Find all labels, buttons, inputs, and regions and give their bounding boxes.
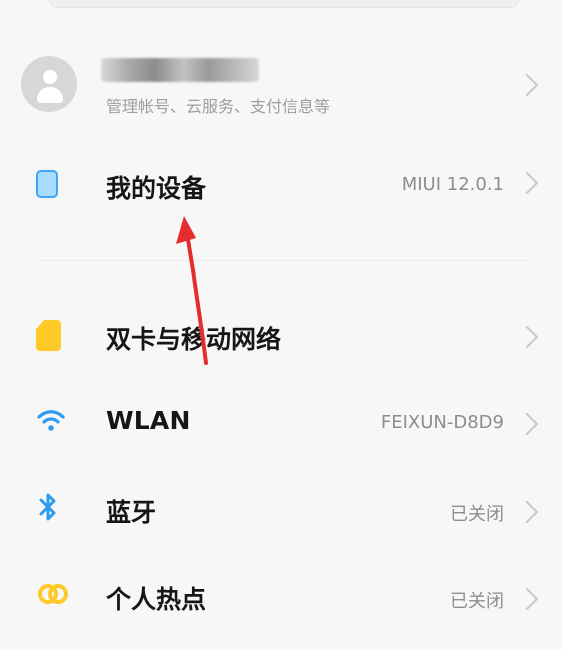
sim-network-title: 双卡与移动网络: [106, 325, 282, 354]
bluetooth-icon: [39, 493, 56, 521]
wlan-title: WLAN: [106, 406, 191, 435]
blurred-account-name: [101, 58, 259, 82]
chevron-right-icon: [515, 500, 539, 524]
my-device-title: 我的设备: [106, 174, 207, 203]
sim-network-row[interactable]: 双卡与移动网络: [0, 298, 562, 374]
chevron-right-icon: [515, 73, 539, 97]
avatar-head: [43, 70, 57, 84]
top-search-strip: [48, 0, 520, 8]
user-avatar-icon: [21, 56, 77, 112]
hotspot-title: 个人热点: [106, 585, 207, 614]
hotspot-value: 已关闭: [450, 591, 504, 612]
chevron-right-icon: [515, 171, 539, 195]
chevron-right-icon: [515, 325, 539, 349]
hotspot-icon: [38, 584, 68, 604]
sim-card-icon: [36, 320, 61, 351]
wlan-row[interactable]: WLAN FEIXUN-D8D9: [0, 385, 562, 461]
my-device-row[interactable]: 我的设备 MIUI 12.0.1: [0, 146, 562, 222]
my-device-value: MIUI 12.0.1: [401, 174, 504, 195]
bluetooth-title: 蓝牙: [106, 498, 157, 527]
chevron-right-icon: [515, 587, 539, 611]
wlan-value: FEIXUN-D8D9: [380, 412, 504, 433]
account-subtitle: 管理帐号、云服务、支付信息等: [106, 97, 331, 116]
account-row[interactable]: 管理帐号、云服务、支付信息等: [0, 44, 562, 124]
device-icon: [36, 170, 58, 198]
bluetooth-value: 已关闭: [450, 504, 504, 525]
hotspot-row[interactable]: 个人热点 已关闭: [0, 559, 562, 635]
avatar-body: [37, 87, 63, 103]
chevron-right-icon: [515, 412, 539, 436]
wifi-icon: [37, 410, 65, 431]
section-divider: [36, 260, 528, 261]
bluetooth-row[interactable]: 蓝牙 已关闭: [0, 472, 562, 548]
